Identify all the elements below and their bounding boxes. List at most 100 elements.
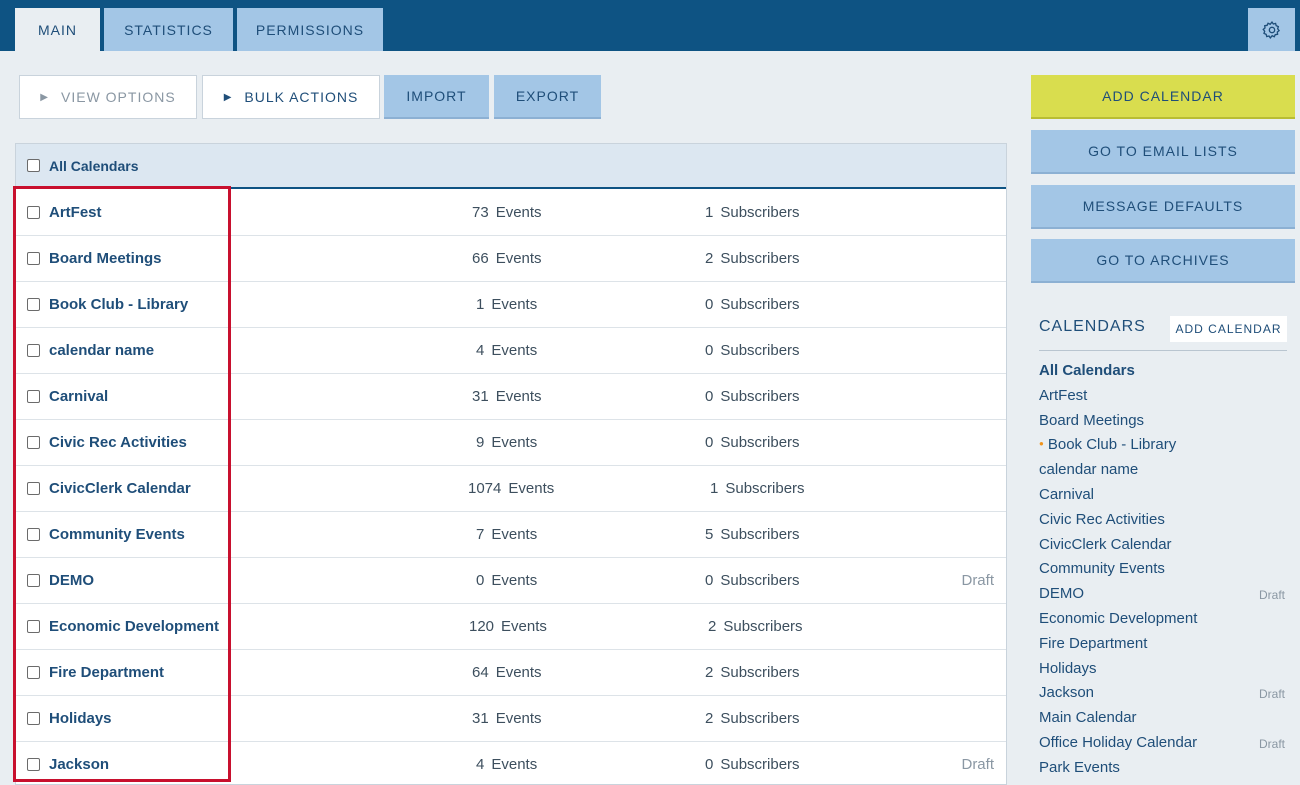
table-row[interactable]: CivicClerk Calendar 1074 Events 1 Subscriber… bbox=[16, 466, 1006, 512]
calendar-name-link[interactable]: Board Meetings bbox=[49, 250, 162, 267]
calendar-name-link[interactable]: CivicClerk Calendar bbox=[49, 480, 191, 497]
table-row[interactable]: Jackson 4 Events 0 Subscribers Draft bbox=[16, 742, 1006, 784]
view-options-button[interactable]: ▶ VIEW OPTIONS bbox=[19, 75, 197, 119]
select-all-checkbox[interactable] bbox=[27, 159, 40, 172]
sidebar-calendar-item[interactable]: Civic Rec Activities bbox=[1039, 511, 1165, 528]
tab-main[interactable]: MAIN bbox=[15, 8, 100, 51]
subscribers-label: Subscribers bbox=[720, 572, 800, 589]
table-row[interactable]: Carnival 31 Events 0 Subscribers bbox=[16, 374, 1006, 420]
subscriber-count: 1 Subscribers bbox=[705, 204, 800, 221]
sidebar-calendar-item[interactable]: calendar name bbox=[1039, 461, 1138, 478]
export-button[interactable]: EXPORT bbox=[494, 75, 601, 119]
sidebar-status-badge: Draft bbox=[1259, 737, 1286, 751]
sidebar-item-label: Holidays bbox=[1039, 659, 1097, 677]
sidebar-add-calendar-button[interactable]: ADD CALENDAR bbox=[1170, 316, 1287, 342]
subscribers-label: Subscribers bbox=[720, 296, 800, 313]
subscriber-count-value: 0 bbox=[705, 756, 714, 773]
add-calendar-button[interactable]: ADD CALENDAR bbox=[1031, 75, 1295, 119]
row-checkbox[interactable] bbox=[27, 528, 40, 541]
row-checkbox[interactable] bbox=[27, 666, 40, 679]
table-row[interactable]: Board Meetings 66 Events 2 Subscribers bbox=[16, 236, 1006, 282]
row-checkbox[interactable] bbox=[27, 298, 40, 311]
calendar-name-link[interactable]: ArtFest bbox=[49, 204, 102, 221]
tab-statistics[interactable]: STATISTICS bbox=[104, 8, 233, 51]
subscriber-count: 2 Subscribers bbox=[705, 664, 800, 681]
sidebar-calendar-item[interactable]: ArtFest bbox=[1039, 387, 1087, 404]
settings-button[interactable] bbox=[1248, 8, 1295, 51]
subscribers-label: Subscribers bbox=[720, 756, 800, 773]
subscriber-count-value: 1 bbox=[705, 204, 714, 221]
table-row[interactable]: Book Club - Library 1 Events 0 Subscribers bbox=[16, 282, 1006, 328]
import-button[interactable]: IMPORT bbox=[384, 75, 489, 119]
table-row[interactable]: ArtFest 73 Events 1 Subscribers bbox=[16, 190, 1006, 236]
row-checkbox[interactable] bbox=[27, 620, 40, 633]
bulk-actions-button[interactable]: ▶ BULK ACTIONS bbox=[202, 75, 380, 119]
sidebar-calendar-item[interactable]: Park Events bbox=[1039, 759, 1120, 776]
row-checkbox[interactable] bbox=[27, 758, 40, 771]
subscriber-count-value: 0 bbox=[705, 572, 714, 589]
sidebar-item-label: Book Club - Library bbox=[1047, 436, 1177, 454]
event-count: 66 Events bbox=[472, 250, 542, 267]
row-checkbox[interactable] bbox=[27, 390, 40, 403]
sidebar-item-label: Jackson bbox=[1039, 684, 1095, 702]
archives-button[interactable]: GO TO ARCHIVES bbox=[1031, 239, 1295, 283]
events-label: Events bbox=[491, 342, 538, 359]
table-row[interactable]: DEMO 0 Events 0 Subscribers Draft bbox=[16, 558, 1006, 604]
subscriber-count-value: 0 bbox=[705, 342, 714, 359]
row-checkbox[interactable] bbox=[27, 436, 40, 449]
event-count: 0 Events bbox=[476, 572, 537, 589]
table-row[interactable]: calendar name 4 Events 0 Subscribers bbox=[16, 328, 1006, 374]
row-checkbox[interactable] bbox=[27, 482, 40, 495]
calendar-name-link[interactable]: Book Club - Library bbox=[49, 296, 188, 313]
calendar-name-link[interactable]: calendar name bbox=[49, 342, 154, 359]
sidebar-item-label: All Calendars bbox=[1039, 362, 1135, 379]
table-row[interactable]: Fire Department 64 Events 2 Subscribers bbox=[16, 650, 1006, 696]
calendar-table: All Calendars ArtFest 73 Events 1 Subscriber… bbox=[15, 143, 1007, 785]
sidebar-calendar-item[interactable]: Fire Department bbox=[1039, 635, 1147, 652]
tab-permissions[interactable]: PERMISSIONS bbox=[237, 8, 383, 51]
table-header: All Calendars bbox=[16, 144, 1006, 189]
sidebar-calendar-item[interactable]: Holidays bbox=[1039, 660, 1097, 677]
row-checkbox[interactable] bbox=[27, 712, 40, 725]
subscribers-label: Subscribers bbox=[720, 434, 800, 451]
subscribers-label: Subscribers bbox=[720, 710, 800, 727]
row-checkbox[interactable] bbox=[27, 252, 40, 265]
table-row[interactable]: Economic Development 120 Events 2 Subscriber… bbox=[16, 604, 1006, 650]
calendar-name-link[interactable]: Holidays bbox=[49, 710, 112, 727]
sidebar-status-badge: Draft bbox=[1259, 588, 1286, 603]
table-row[interactable]: Holidays 31 Events 2 Subscribers bbox=[16, 696, 1006, 742]
sidebar-calendar-item[interactable]: CivicClerk Calendar bbox=[1039, 536, 1172, 553]
sidebar-calendar-item[interactable]: Carnival bbox=[1039, 486, 1094, 503]
calendar-name-link[interactable]: DEMO bbox=[49, 572, 94, 589]
sidebar-status-badge: Draft bbox=[1259, 687, 1286, 702]
row-checkbox[interactable] bbox=[27, 344, 40, 357]
sidebar-title: CALENDARS bbox=[1039, 318, 1146, 335]
sidebar-calendar-item[interactable]: All Calendars bbox=[1039, 362, 1135, 379]
calendar-name-link[interactable]: Fire Department bbox=[49, 664, 164, 681]
row-checkbox[interactable] bbox=[27, 574, 40, 587]
table-row[interactable]: Civic Rec Activities 9 Events 0 Subscribers bbox=[16, 420, 1006, 466]
calendar-name-link[interactable]: Civic Rec Activities bbox=[49, 434, 187, 451]
sidebar-calendar-item[interactable]: ● Book Club - Library bbox=[1039, 436, 1176, 453]
calendar-name-link[interactable]: Economic Development bbox=[49, 618, 219, 635]
message-defaults-button[interactable]: MESSAGE DEFAULTS bbox=[1031, 185, 1295, 229]
table-row[interactable]: Community Events 7 Events 5 Subscribers bbox=[16, 512, 1006, 558]
sidebar-calendar-item[interactable]: Board Meetings bbox=[1039, 412, 1144, 429]
calendar-name-link[interactable]: Community Events bbox=[49, 526, 185, 543]
event-count: 31 Events bbox=[472, 388, 542, 405]
row-checkbox[interactable] bbox=[27, 206, 40, 219]
subscribers-label: Subscribers bbox=[720, 388, 800, 405]
subscriber-count: 0 Subscribers bbox=[705, 296, 800, 313]
sidebar-calendar-item[interactable]: DEMO bbox=[1039, 585, 1084, 602]
event-count-value: 1 bbox=[476, 296, 485, 313]
event-count: 64 Events bbox=[472, 664, 542, 681]
sidebar-calendar-item[interactable]: Community Events bbox=[1039, 560, 1165, 577]
email-lists-button[interactable]: GO TO EMAIL LISTS bbox=[1031, 130, 1295, 174]
sidebar-item-label: Civic Rec Activities bbox=[1039, 510, 1165, 528]
sidebar-calendar-item[interactable]: Office Holiday Calendar bbox=[1039, 734, 1197, 751]
calendar-name-link[interactable]: Jackson bbox=[49, 756, 109, 773]
sidebar-calendar-item[interactable]: Main Calendar bbox=[1039, 709, 1137, 726]
sidebar-calendar-item[interactable]: Economic Development bbox=[1039, 610, 1197, 627]
calendar-name-link[interactable]: Carnival bbox=[49, 388, 108, 405]
sidebar-calendar-item[interactable]: Jackson bbox=[1039, 684, 1094, 701]
